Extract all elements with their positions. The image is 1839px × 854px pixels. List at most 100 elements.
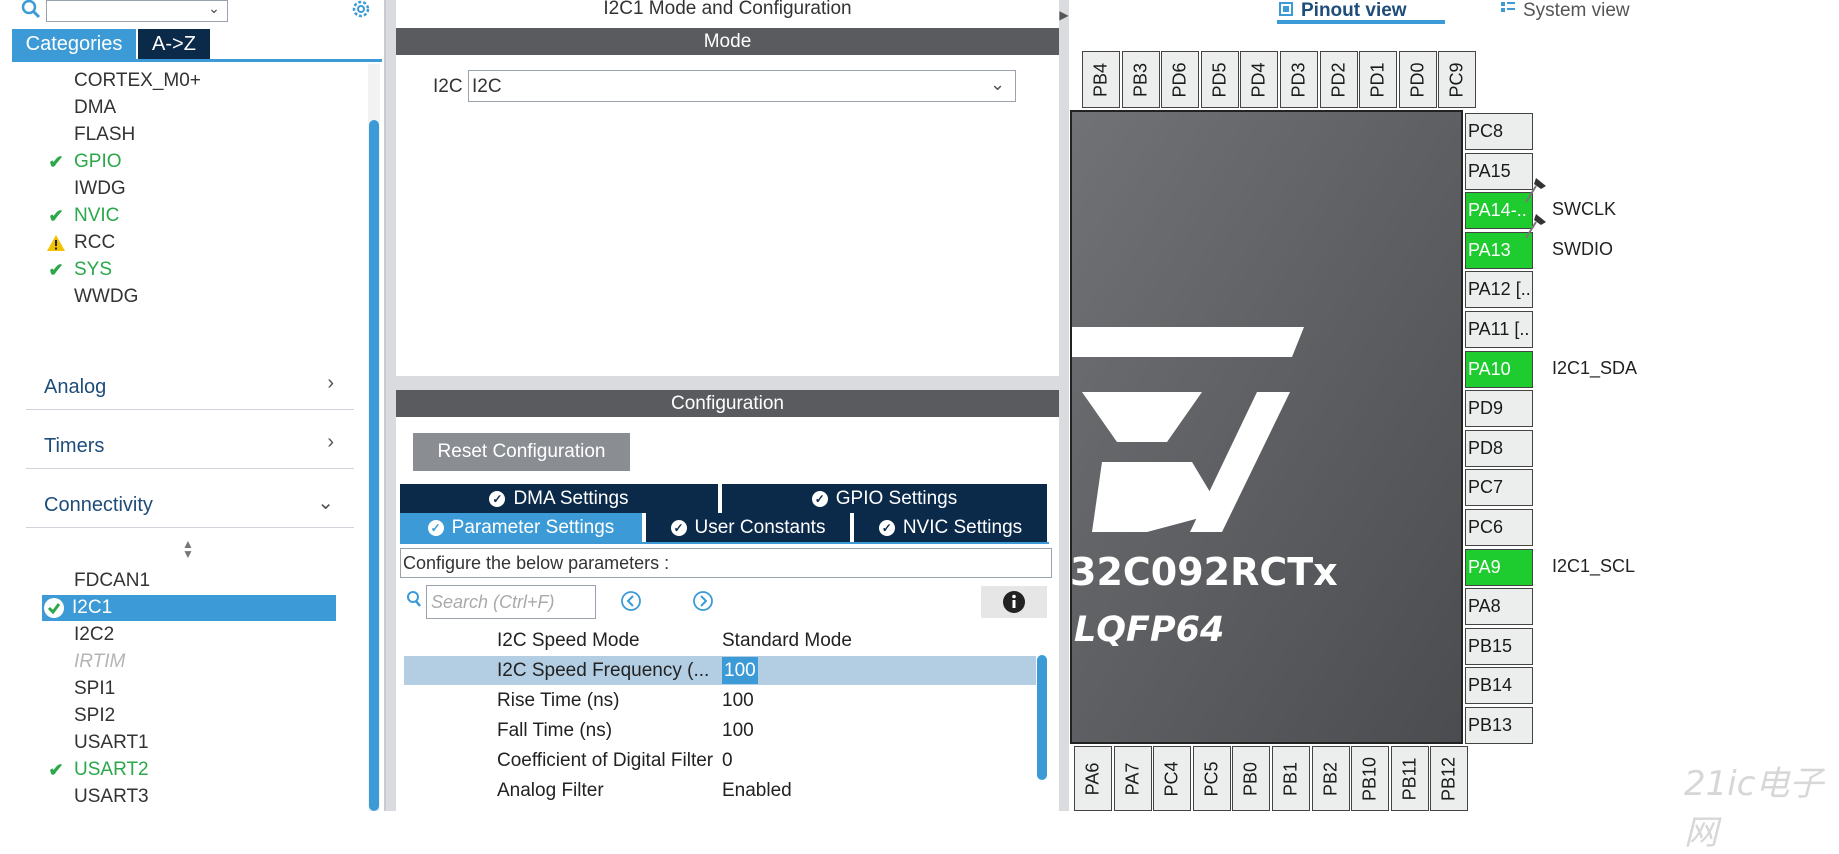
collapse-arrow-icon[interactable]: ▶ [1059, 0, 1069, 30]
parameter-row[interactable]: Fall Time (ns) 100 [404, 716, 1036, 745]
tab-pinout-view[interactable]: Pinout view [1277, 0, 1445, 22]
pin-pd6[interactable]: PD6 [1161, 51, 1200, 108]
parameter-scrollbar-thumb[interactable] [1037, 655, 1047, 780]
pin-pb12[interactable]: PB12 [1430, 746, 1469, 811]
tab-system-view[interactable]: System view [1499, 0, 1659, 22]
parameter-row[interactable]: I2C Speed Frequency (... 100 [404, 656, 1036, 685]
check-circle-icon [42, 595, 66, 621]
pin-pc9[interactable]: PC9 [1438, 51, 1477, 108]
pin-pa7[interactable]: PA7 [1113, 746, 1152, 811]
previous-arrow-icon[interactable] [620, 590, 642, 612]
tree-item-gpio[interactable]: ✔ GPIO [44, 149, 340, 175]
left-scrollbar-thumb[interactable] [369, 120, 379, 811]
pin-pd8[interactable]: PD8 [1465, 429, 1533, 467]
pin-pb0[interactable]: PB0 [1232, 746, 1271, 811]
tree-item-i2c2[interactable]: I2C2 [44, 622, 340, 648]
pin-pd0[interactable]: PD0 [1398, 51, 1437, 108]
tree-item-spi1[interactable]: SPI1 [44, 676, 340, 702]
next-arrow-icon[interactable] [692, 590, 714, 612]
tab-gpio-settings[interactable]: ✓ GPIO Settings [722, 484, 1049, 513]
parameter-value[interactable]: 0 [722, 746, 733, 775]
parameter-row[interactable]: I2C Speed Mode Standard Mode [404, 626, 1036, 655]
tree-item-usart1[interactable]: USART1 [44, 730, 340, 756]
pin-label: PB10 [1359, 756, 1380, 801]
pin-pd4[interactable]: PD4 [1240, 51, 1279, 108]
blank-icon [44, 122, 68, 148]
horizontal-splitter[interactable] [396, 376, 1059, 390]
pin-label: PB1 [1280, 761, 1301, 796]
pin-pa11-[interactable]: PA11 [.. [1465, 311, 1533, 348]
pin-pa8[interactable]: PA8 [1465, 588, 1533, 626]
parameter-row[interactable]: Coefficient of Digital Filter 0 [404, 746, 1036, 775]
pin-pa10[interactable]: PA10 [1465, 350, 1533, 388]
pin-pb15[interactable]: PB15 [1465, 627, 1533, 665]
tab-user-constants[interactable]: ✓ User Constants [646, 513, 852, 542]
pin-pc4[interactable]: PC4 [1153, 746, 1192, 811]
pin-pc7[interactable]: PC7 [1465, 469, 1533, 507]
group-timers[interactable]: Timers › [26, 423, 354, 469]
chevron-down-icon[interactable]: ⌄ [990, 74, 1014, 96]
pin-pb3[interactable]: PB3 [1121, 51, 1160, 108]
tab-a-to-z[interactable]: A->Z [138, 29, 210, 59]
tree-item-flash[interactable]: FLASH [44, 122, 340, 148]
group-connectivity[interactable]: Connectivity ⌄ [26, 482, 354, 528]
parameter-value[interactable]: Enabled [722, 776, 792, 805]
tab-categories[interactable]: Categories [12, 29, 136, 59]
pin-pb14[interactable]: PB14 [1465, 667, 1533, 705]
parameter-value[interactable]: 100 [722, 686, 754, 715]
pin-pd9[interactable]: PD9 [1465, 390, 1533, 428]
pin-pa9[interactable]: PA9 [1465, 548, 1533, 586]
tree-item-rcc[interactable]: RCC [44, 230, 340, 256]
parameter-search-input[interactable]: Search (Ctrl+F) [426, 585, 596, 619]
blank-icon [44, 95, 68, 121]
tree-item-irtim[interactable]: IRTIM [44, 649, 340, 675]
pin-pd1[interactable]: PD1 [1359, 51, 1398, 108]
pin-signal-label: I2C1_SCL [1552, 555, 1636, 576]
tree-item-fdcan1[interactable]: FDCAN1 [44, 568, 340, 594]
peripheral-search-input[interactable] [46, 0, 228, 22]
parameter-value[interactable]: 100 [722, 716, 754, 745]
pin-pb2[interactable]: PB2 [1311, 746, 1350, 811]
parameter-row[interactable]: Analog Filter Enabled [404, 776, 1036, 805]
tree-item-usart3[interactable]: USART3 [44, 784, 340, 810]
tree-item-usart2[interactable]: ✔ USART2 [44, 757, 340, 783]
tab-parameter-settings[interactable]: ✓ Parameter Settings [400, 513, 644, 542]
group-analog[interactable]: Analog › [26, 364, 354, 410]
tree-item-wwdg[interactable]: WWDG [44, 284, 340, 310]
pin-pb11[interactable]: PB11 [1390, 746, 1429, 811]
tree-item-i2c1[interactable]: I2C1 [42, 595, 336, 621]
tab-dma-settings[interactable]: ✓ DMA Settings [400, 484, 720, 513]
tab-nvic-settings[interactable]: ✓ NVIC Settings [854, 513, 1049, 542]
pin-pa12-[interactable]: PA12 [.. [1465, 271, 1533, 309]
pin-pd2[interactable]: PD2 [1319, 51, 1358, 108]
pin-pb10[interactable]: PB10 [1351, 746, 1390, 811]
search-icon[interactable] [18, 0, 44, 20]
tree-item-spi2[interactable]: SPI2 [44, 703, 340, 729]
tree-item-iwdg[interactable]: IWDG [44, 176, 340, 202]
pin-pb13[interactable]: PB13 [1465, 707, 1533, 744]
pin-pc8[interactable]: PC8 [1465, 113, 1533, 150]
pin-pc5[interactable]: PC5 [1192, 746, 1231, 811]
pin-pd3[interactable]: PD3 [1280, 51, 1318, 108]
chevron-down-icon[interactable]: ⌄ [204, 0, 224, 18]
right-splitter[interactable] [1059, 0, 1069, 811]
configure-parameters-label: Configure the below parameters : [400, 548, 1052, 578]
gear-icon[interactable] [348, 0, 374, 22]
reset-configuration-button[interactable]: Reset Configuration [413, 433, 630, 471]
pin-pa6[interactable]: PA6 [1074, 746, 1112, 811]
parameter-row[interactable]: Rise Time (ns) 100 [404, 686, 1036, 715]
panel-splitter[interactable] [386, 0, 396, 811]
tree-item-cortex-m0-[interactable]: CORTEX_M0+ [44, 68, 340, 94]
pin-pb1[interactable]: PB1 [1272, 746, 1310, 811]
pin-pb4[interactable]: PB4 [1082, 51, 1120, 108]
parameter-value[interactable]: Standard Mode [722, 626, 852, 655]
tree-item-nvic[interactable]: ✔ NVIC [44, 203, 340, 229]
tree-item-sys[interactable]: ✔ SYS [44, 257, 340, 283]
parameter-value[interactable]: 100 [722, 657, 758, 684]
sort-updown-icon[interactable]: ▲ ▼ [180, 538, 196, 560]
pin-pc6[interactable]: PC6 [1465, 509, 1533, 546]
i2c-mode-select[interactable] [468, 70, 1016, 102]
pin-pd5[interactable]: PD5 [1200, 51, 1239, 108]
pin-label: PD0 [1407, 61, 1428, 98]
tree-item-dma[interactable]: DMA [44, 95, 340, 121]
